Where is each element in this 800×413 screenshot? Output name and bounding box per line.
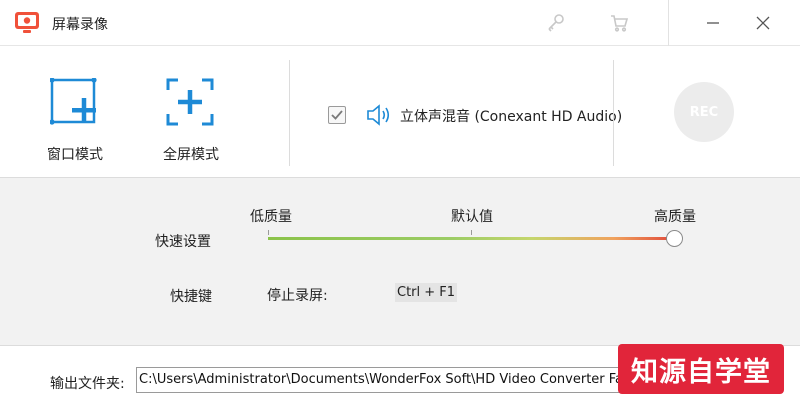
app-title: 屏幕录像 (52, 17, 108, 33)
minimize-icon[interactable] (698, 8, 728, 38)
hotkey-row-label: 快捷键 (170, 289, 212, 305)
fullscreen-mode-label: 全屏模式 (163, 147, 219, 163)
titlebar-divider (668, 0, 669, 46)
slider-tick (471, 230, 472, 235)
audio-checkbox[interactable] (328, 106, 346, 124)
window-mode-button[interactable]: 窗口模式 (25, 46, 125, 178)
watermark: 知源自学堂 (618, 344, 784, 394)
checkmark-icon (331, 110, 343, 120)
stop-record-label: 停止录屏: (267, 288, 328, 304)
title-bar: 屏幕录像 (0, 0, 800, 46)
key-icon[interactable] (541, 8, 571, 38)
output-folder-label: 输出文件夹: (50, 376, 125, 392)
hotkey-value[interactable]: Ctrl + F1 (395, 283, 458, 302)
window-mode-label: 窗口模式 (47, 147, 103, 163)
quality-high-label: 高质量 (654, 209, 696, 225)
window-mode-icon (49, 77, 102, 130)
panel-divider (613, 60, 614, 166)
quality-slider-thumb[interactable] (666, 230, 683, 247)
quality-default-label: 默认值 (451, 209, 493, 225)
rec-button[interactable]: REC (674, 82, 734, 142)
speaker-icon (366, 104, 392, 126)
slider-tick (268, 230, 269, 235)
quality-slider[interactable] (268, 237, 674, 240)
fullscreen-mode-icon (166, 78, 218, 130)
fullscreen-mode-button[interactable]: 全屏模式 (141, 46, 241, 178)
panel-divider (289, 60, 290, 166)
quick-settings-label: 快速设置 (155, 234, 211, 250)
quality-low-label: 低质量 (250, 209, 292, 225)
cart-icon[interactable] (604, 8, 634, 38)
watermark-text: 知源自学堂 (631, 356, 771, 388)
close-icon[interactable] (748, 8, 778, 38)
output-path-input[interactable]: C:\Users\Administrator\Documents\WonderF… (136, 367, 622, 393)
mode-panel: 窗口模式 全屏模式 立体声混音 (Conexant HD Audio) REC (0, 46, 800, 178)
app-logo-icon (15, 12, 39, 34)
audio-device-label: 立体声混音 (Conexant HD Audio) (400, 109, 623, 125)
